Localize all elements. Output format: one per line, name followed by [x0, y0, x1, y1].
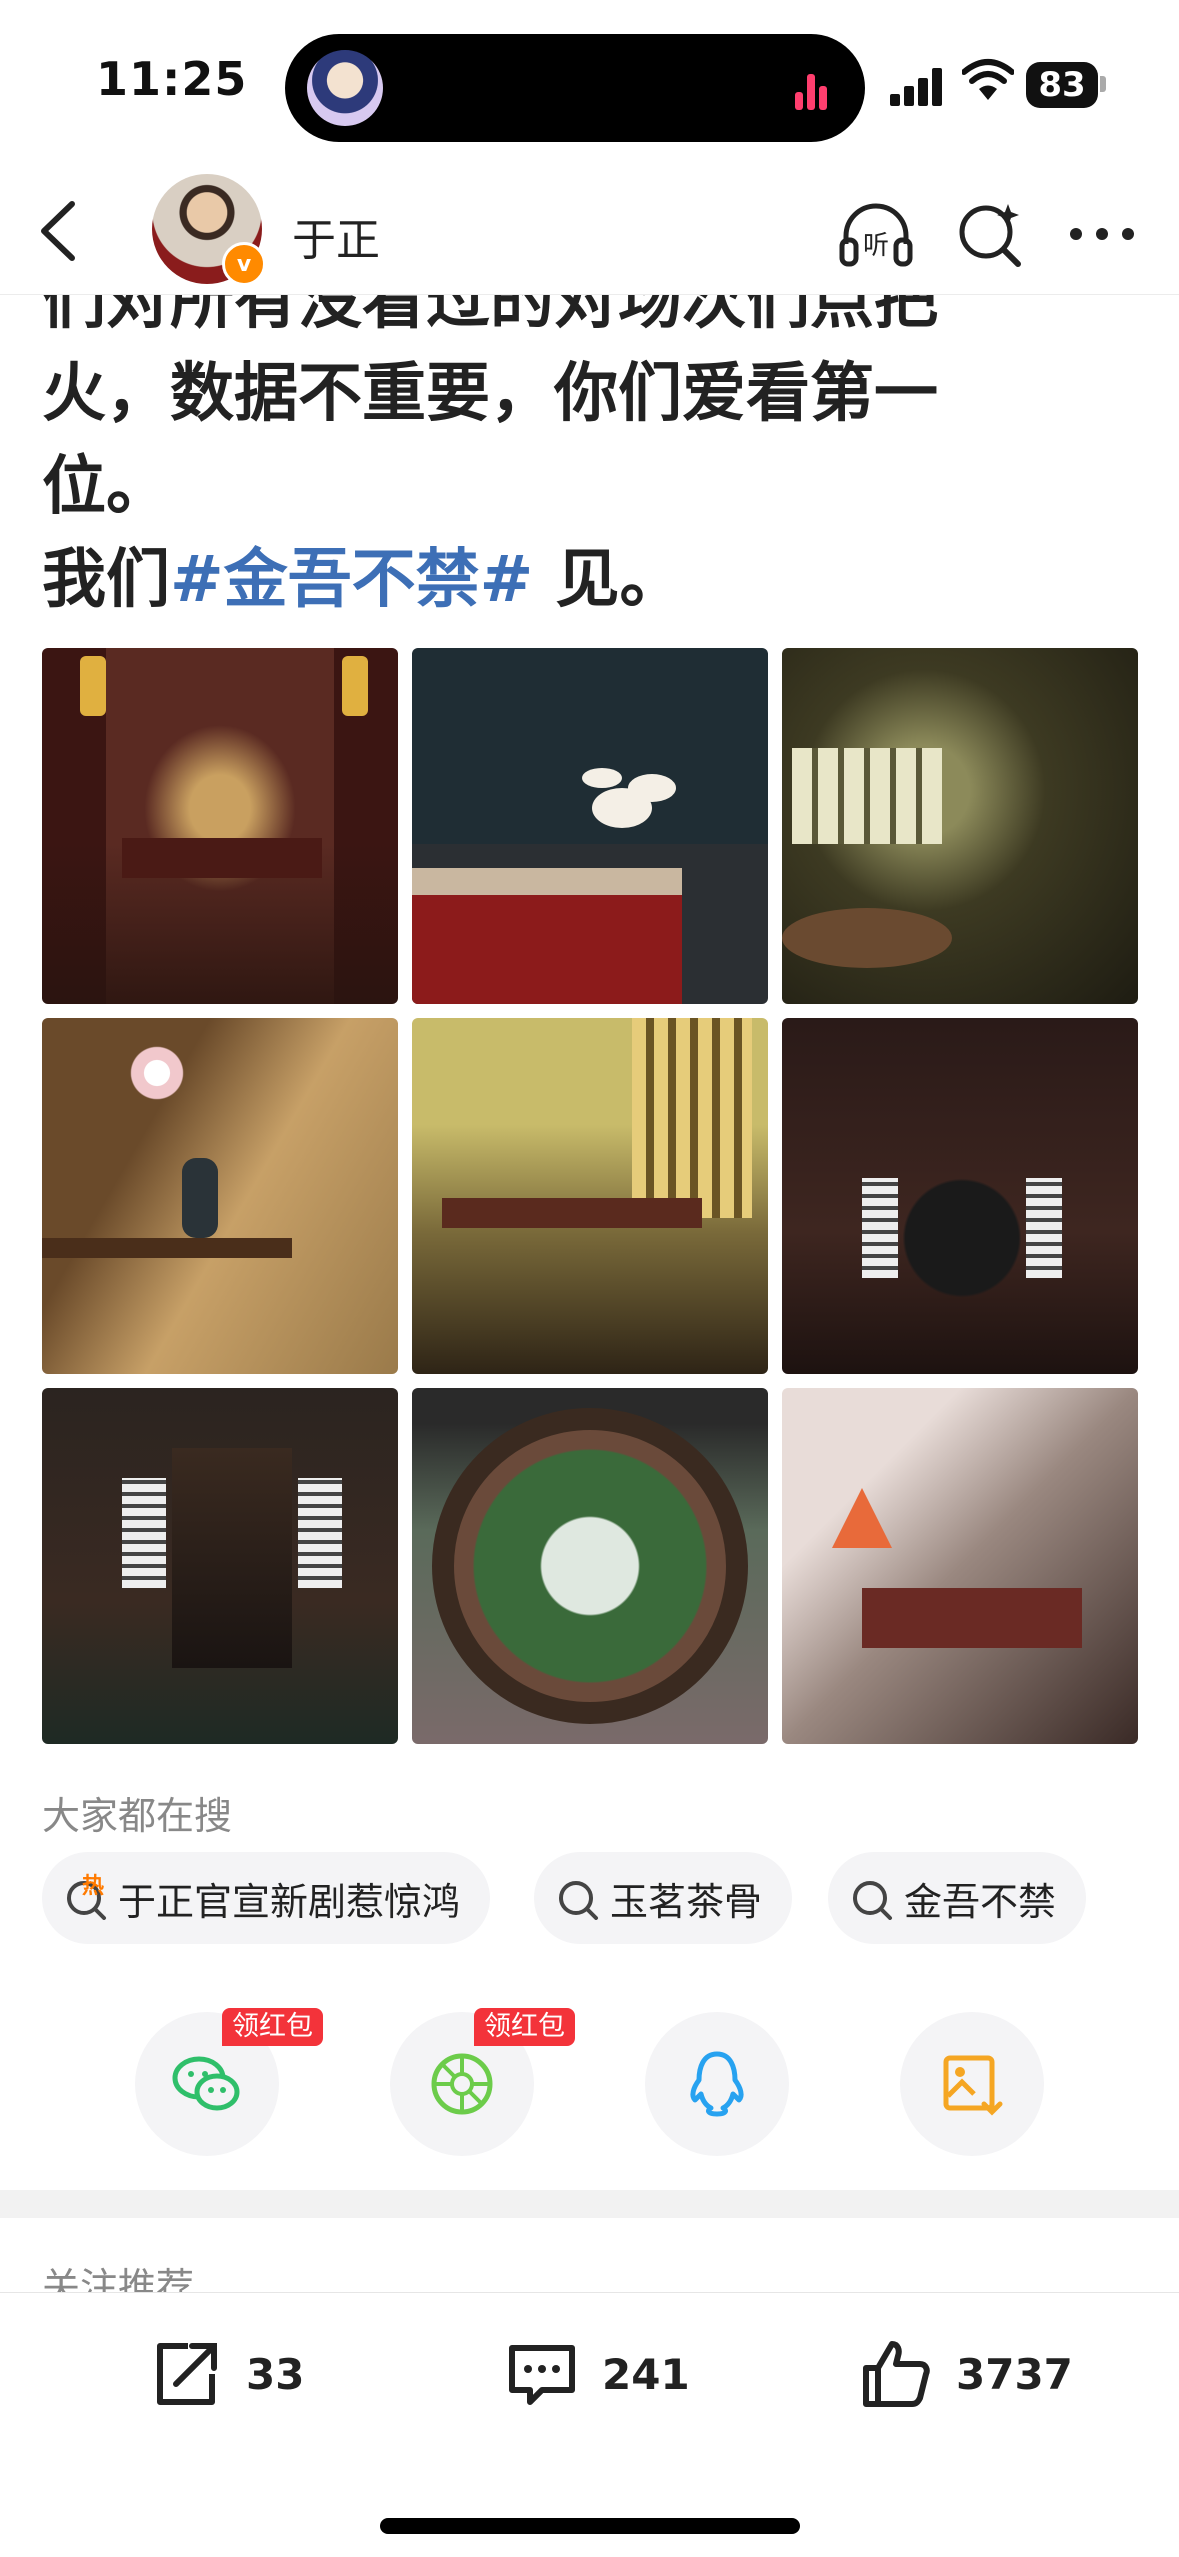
search-chip-3[interactable]: 金吾不禁 — [828, 1852, 1087, 1944]
more-options-icon[interactable] — [1062, 194, 1142, 274]
search-icon[interactable] — [950, 194, 1030, 274]
home-indicator[interactable] — [380, 2518, 800, 2534]
search-chip-label: 于正官宣新剧惹惊鸿 — [118, 1879, 461, 1924]
search-chip-1[interactable]: 热 于正官宣新剧惹惊鸿 — [42, 1852, 491, 1944]
round-table — [782, 908, 952, 968]
like-button[interactable]: 3737 — [856, 2329, 1073, 2419]
pagoda-cabinet-shape — [172, 1448, 292, 1668]
post-image-8[interactable] — [412, 1388, 768, 1744]
comment-bubble-icon — [509, 2345, 575, 2405]
lattice-panel — [298, 1478, 342, 1588]
hot-search-icon: 热 — [64, 1874, 108, 1920]
svg-text:听: 听 — [863, 231, 889, 261]
post-image-3[interactable] — [782, 648, 1138, 1004]
blossom-shape — [592, 788, 652, 828]
image-grid — [42, 648, 1138, 1744]
save-image-icon — [943, 2055, 1003, 2116]
post-image-6[interactable] — [782, 1018, 1138, 1374]
moon-gate-shape — [432, 1408, 748, 1724]
post-line-last: 我们#金吾不禁# 见。 — [42, 534, 1142, 627]
moments-icon — [431, 2053, 493, 2115]
comment-count: 241 — [602, 2349, 690, 2399]
red-envelope-tag: 领红包 — [222, 2008, 323, 2046]
lantern-decor — [342, 656, 368, 716]
lattice-window — [792, 748, 942, 844]
comment-button[interactable]: 241 — [502, 2329, 690, 2419]
flowers-shape — [112, 1028, 202, 1118]
console-table — [42, 1238, 292, 1258]
now-playing-avatar — [307, 50, 383, 126]
back-arrow-icon[interactable] — [30, 196, 90, 266]
post-image-7[interactable] — [42, 1388, 398, 1744]
tea-table — [862, 1588, 1082, 1648]
search-chip-label: 金吾不禁 — [904, 1879, 1057, 1924]
post-body: 们对所有没看过的对场次们点把 火，数据不重要，你们爱看第一 位。 我们#金吾不禁… — [42, 255, 1142, 627]
battery-cap — [1100, 76, 1106, 92]
repost-button[interactable]: 33 — [146, 2329, 304, 2419]
author-name[interactable]: 于正 — [292, 204, 380, 268]
lamp-shape — [832, 1488, 892, 1548]
listen-headphones-icon[interactable]: 听 — [836, 194, 916, 274]
lattice-panel — [862, 1178, 898, 1278]
status-bar: 11:25 83 — [0, 0, 1179, 170]
red-envelope-tag: 领红包 — [474, 2008, 575, 2046]
post-line: 位。 — [42, 450, 170, 524]
post-image-4[interactable] — [42, 1018, 398, 1374]
battery-indicator: 83 — [1026, 62, 1098, 108]
save-image-button[interactable] — [900, 2012, 1044, 2156]
table-shape — [122, 838, 322, 878]
post-image-9[interactable] — [782, 1388, 1138, 1744]
hashtag-link[interactable]: #金吾不禁# — [170, 543, 533, 617]
like-count: 3737 — [956, 2349, 1073, 2399]
tablecloth-shape — [412, 868, 682, 1004]
audio-wave-icon — [795, 70, 835, 110]
search-icon — [850, 1876, 894, 1920]
vase-shape — [182, 1158, 218, 1238]
post-image-1[interactable] — [42, 648, 398, 1004]
post-line: 火，数据不重要，你们爱看第一 — [42, 357, 938, 431]
post-text-prefix: 我们 — [42, 543, 170, 617]
cellular-signal-icon — [890, 66, 946, 106]
chairs-row — [442, 1198, 702, 1228]
qq-penguin-icon — [690, 2051, 744, 2117]
share-arrow-icon — [157, 2343, 217, 2405]
lattice-screen — [632, 1018, 752, 1218]
dynamic-island[interactable] — [285, 34, 865, 142]
repost-count: 33 — [246, 2349, 305, 2399]
section-divider — [0, 2190, 1179, 2218]
lattice-panel — [122, 1478, 166, 1588]
post-image-2[interactable] — [412, 648, 768, 1004]
hot-badge: 热 — [82, 1874, 105, 1899]
post-header: v 于正 听 — [0, 170, 1179, 295]
status-time: 11:25 — [96, 52, 248, 106]
share-qq-button[interactable] — [645, 2012, 789, 2156]
lattice-panel — [1026, 1178, 1062, 1278]
wechat-icon — [172, 2056, 240, 2111]
search-icon — [556, 1876, 600, 1920]
trending-search-label: 大家都在搜 — [42, 1794, 233, 1838]
lantern-decor — [80, 656, 106, 716]
post-image-5[interactable] — [412, 1018, 768, 1374]
search-chip-label: 玉茗茶骨 — [610, 1879, 763, 1924]
post-text-suffix: 见。 — [533, 543, 684, 617]
wifi-icon — [962, 59, 1014, 100]
thumbs-up-icon — [863, 2341, 930, 2407]
search-chip-2[interactable]: 玉茗茶骨 — [534, 1852, 793, 1944]
verified-badge-icon: v — [222, 242, 266, 286]
